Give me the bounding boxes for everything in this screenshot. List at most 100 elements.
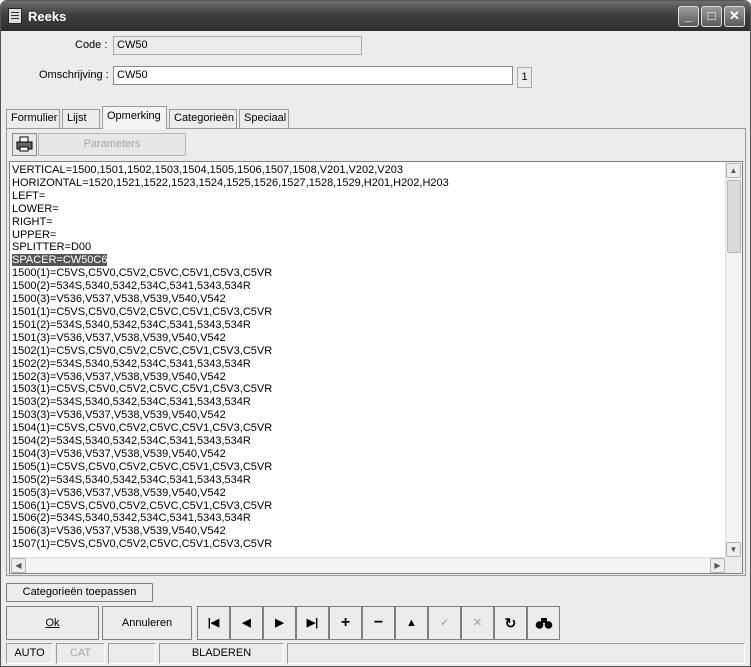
editor-line[interactable]: 1503(3)=V536,V537,V538,V539,V540,V542 <box>12 409 724 422</box>
confirm-icon: ✓ <box>439 617 450 629</box>
editor-line[interactable]: VERTICAL=1500,1501,1502,1503,1504,1505,1… <box>12 164 724 177</box>
editor-line[interactable]: SPLITTER=D00 <box>12 241 724 254</box>
editor-line-text: 1506(3)=V536,V537,V538,V539,V540,V542 <box>12 525 226 538</box>
title-bar[interactable]: Reeks _ □ ✕ <box>1 1 750 31</box>
cancel-edit-icon: ✕ <box>472 617 483 629</box>
editor-line-text: 1503(3)=V536,V537,V538,V539,V540,V542 <box>12 409 226 422</box>
editor-line[interactable]: 1507(1)=C5VS,C5V0,C5V2,C5VC,C5V1,C5V3,C5… <box>12 538 724 551</box>
last-record-button[interactable]: ▶| <box>296 606 329 640</box>
up-icon: ▲ <box>406 617 417 629</box>
printer-icon <box>16 136 33 152</box>
app-icon[interactable] <box>8 8 22 24</box>
find-button[interactable] <box>527 606 560 640</box>
scroll-up-icon[interactable]: ▲ <box>726 163 741 178</box>
editor-line-text: 1504(1)=C5VS,C5V0,C5V2,C5VC,C5V1,C5V3,C5… <box>12 422 273 435</box>
scroll-left-icon[interactable]: ◀ <box>11 558 26 573</box>
editor-line[interactable]: 1500(2)=534S,5340,5342,534C,5341,5343,53… <box>12 280 724 293</box>
editor-line-text: 1502(2)=534S,5340,5342,534C,5341,5343,53… <box>12 357 251 370</box>
tab-speciaal[interactable]: Speciaal <box>239 109 289 128</box>
editor-line[interactable]: 1506(3)=V536,V537,V538,V539,V540,V542 <box>12 525 724 538</box>
editor-line[interactable]: 1505(1)=C5VS,C5V0,C5V2,C5VC,C5V1,C5V3,C5… <box>12 461 724 474</box>
editor-line[interactable]: 1502(1)=C5VS,C5V0,C5V2,C5VC,C5V1,C5V3,C5… <box>12 345 724 358</box>
editor-line-text: UPPER= <box>12 228 57 241</box>
editor-line-text: 1503(2)=534S,5340,5342,534C,5341,5343,53… <box>12 396 251 409</box>
editor-line[interactable]: 1500(3)=V536,V537,V538,V539,V540,V542 <box>12 293 724 306</box>
editor-line[interactable]: 1502(2)=534S,5340,5342,534C,5341,5343,53… <box>12 358 724 371</box>
categorieen-toepassen-button[interactable]: Categorieën toepassen <box>6 583 153 602</box>
editor-line[interactable]: 1501(1)=C5VS,C5V0,C5V2,C5VC,C5V1,C5V3,C5… <box>12 306 724 319</box>
editor-line-text: 1503(1)=C5VS,C5V0,C5V2,C5VC,C5V1,C5V3,C5… <box>12 383 273 396</box>
ok-button[interactable]: Ok <box>6 606 99 640</box>
status-cat: CAT <box>56 643 105 664</box>
editor-line-text: 1500(1)=C5VS,C5V0,C5V2,C5VC,C5V1,C5V3,C5… <box>12 267 273 280</box>
minimize-icon[interactable]: _ <box>678 6 699 27</box>
editor-line[interactable]: 1503(2)=534S,5340,5342,534C,5341,5343,53… <box>12 396 724 409</box>
previous-record-button[interactable]: ◀ <box>230 606 263 640</box>
up-button[interactable]: ▲ <box>395 606 428 640</box>
editor-line-text: 1501(3)=V536,V537,V538,V539,V540,V542 <box>12 331 226 344</box>
status-mode: AUTO <box>6 643 53 664</box>
status-message <box>287 643 745 664</box>
annuleren-button[interactable]: Annuleren <box>102 606 192 640</box>
editor-line-text: 1500(2)=534S,5340,5342,534C,5341,5343,53… <box>12 280 251 293</box>
remark-editor[interactable]: VERTICAL=1500,1501,1502,1503,1504,1505,1… <box>9 161 743 574</box>
editor-line-text: SPACER=CW50C6 <box>12 254 108 267</box>
scroll-down-icon[interactable]: ▼ <box>726 542 741 557</box>
last-record-icon: ▶| <box>306 617 319 629</box>
editor-line-text: 1506(1)=C5VS,C5V0,C5V2,C5VC,C5V1,C5V3,C5… <box>12 499 273 512</box>
editor-line[interactable]: 1501(3)=V536,V537,V538,V539,V540,V542 <box>12 332 724 345</box>
add-record-button[interactable]: + <box>329 606 362 640</box>
maximize-icon[interactable]: □ <box>701 6 722 27</box>
editor-line-text: 1506(2)=534S,5340,5342,534C,5341,5343,53… <box>12 512 251 525</box>
close-icon[interactable]: ✕ <box>724 6 745 27</box>
editor-line[interactable]: 1504(3)=V536,V537,V538,V539,V540,V542 <box>12 448 724 461</box>
delete-record-icon: − <box>373 614 384 631</box>
editor-line[interactable]: LEFT= <box>12 190 724 203</box>
reeks-window: Reeks _ □ ✕ Code : CW50 Omschrijving : C… <box>0 0 751 667</box>
cancel-edit-button[interactable]: ✕ <box>461 606 494 640</box>
vertical-scrollbar[interactable]: ▲ ▼ <box>725 162 742 558</box>
editor-line[interactable]: 1506(2)=534S,5340,5342,534C,5341,5343,53… <box>12 512 724 525</box>
editor-line-text: RIGHT= <box>12 215 53 228</box>
editor-line[interactable]: 1506(1)=C5VS,C5V0,C5V2,C5VC,C5V1,C5V3,C5… <box>12 500 724 513</box>
editor-line-text: SPLITTER=D00 <box>12 241 92 254</box>
editor-line-text: 1502(1)=C5VS,C5V0,C5V2,C5VC,C5V1,C5V3,C5… <box>12 344 273 357</box>
tab-opmerking[interactable]: Opmerking <box>102 106 167 129</box>
tab-formulier[interactable]: Formulier <box>6 109 60 128</box>
status-state: BLADEREN <box>159 643 284 664</box>
tab-categorieen[interactable]: Categorieën <box>169 109 237 128</box>
editor-line[interactable]: LOWER= <box>12 203 724 216</box>
editor-line[interactable]: 1502(3)=V536,V537,V538,V539,V540,V542 <box>12 371 724 384</box>
editor-line[interactable]: 1500(1)=C5VS,C5V0,C5V2,C5VC,C5V1,C5V3,C5… <box>12 267 724 280</box>
editor-line[interactable]: 1505(2)=534S,5340,5342,534C,5341,5343,53… <box>12 474 724 487</box>
omschrijving-field[interactable]: CW50 <box>113 66 513 85</box>
editor-line[interactable]: 1501(2)=534S,5340,5342,534C,5341,5343,53… <box>12 319 724 332</box>
first-record-button[interactable]: |◀ <box>197 606 230 640</box>
editor-line-text: 1507(1)=C5VS,C5V0,C5V2,C5VC,C5V1,C5V3,C5… <box>12 538 273 551</box>
editor-line[interactable]: SPACER=CW50C6 <box>12 254 724 267</box>
next-record-icon: ▶ <box>275 617 284 629</box>
delete-record-button[interactable]: − <box>362 606 395 640</box>
scroll-thumb[interactable] <box>727 180 741 253</box>
editor-line-text: LEFT= <box>12 189 46 202</box>
editor-line[interactable]: 1503(1)=C5VS,C5V0,C5V2,C5VC,C5V1,C5V3,C5… <box>12 383 724 396</box>
editor-line[interactable]: HORIZONTAL=1520,1521,1522,1523,1524,1525… <box>12 177 724 190</box>
print-button[interactable] <box>12 133 37 156</box>
refresh-button[interactable]: ↻ <box>494 606 527 640</box>
status-empty <box>108 643 156 664</box>
editor-line[interactable]: 1504(2)=534S,5340,5342,534C,5341,5343,53… <box>12 435 724 448</box>
editor-line-text: 1501(2)=534S,5340,5342,534C,5341,5343,53… <box>12 318 251 331</box>
horizontal-scrollbar[interactable]: ◀ ▶ <box>10 557 726 573</box>
next-record-button[interactable]: ▶ <box>263 606 296 640</box>
parameters-button[interactable]: Parameters <box>38 133 186 156</box>
first-record-icon: |◀ <box>207 617 220 629</box>
editor-line[interactable]: 1504(1)=C5VS,C5V0,C5V2,C5VC,C5V1,C5V3,C5… <box>12 422 724 435</box>
editor-line[interactable]: RIGHT= <box>12 216 724 229</box>
scroll-right-icon[interactable]: ▶ <box>710 558 725 573</box>
confirm-edit-button[interactable]: ✓ <box>428 606 461 640</box>
refresh-icon: ↻ <box>504 615 517 631</box>
editor-line[interactable]: 1505(3)=V536,V537,V538,V539,V540,V542 <box>12 487 724 500</box>
editor-line[interactable]: UPPER= <box>12 229 724 242</box>
editor-line-text: HORIZONTAL=1520,1521,1522,1523,1524,1525… <box>12 176 449 189</box>
tab-lijst[interactable]: Lijst <box>62 109 100 128</box>
